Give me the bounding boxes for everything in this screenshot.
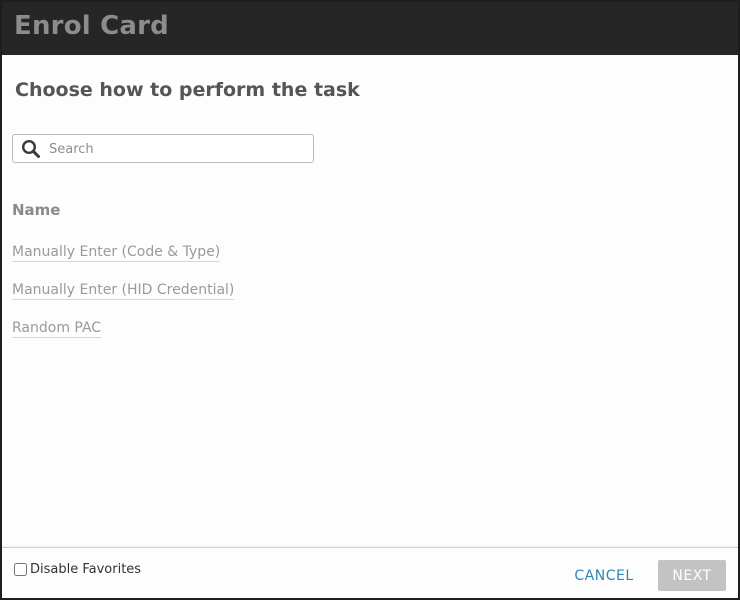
- dialog-title: Enrol Card: [14, 11, 169, 41]
- disable-favorites-label[interactable]: Disable Favorites: [30, 562, 141, 577]
- dialog-titlebar: Enrol Card: [2, 2, 738, 55]
- cancel-button[interactable]: CANCEL: [568, 561, 640, 591]
- task-list: Manually Enter (Code & Type) Manually En…: [12, 241, 235, 355]
- list-item[interactable]: Random PAC: [12, 317, 234, 355]
- page-heading: Choose how to perform the task: [15, 79, 360, 101]
- search-input[interactable]: [49, 139, 304, 159]
- enrol-card-dialog: Enrol Card Choose how to perform the tas…: [0, 0, 740, 600]
- list-item[interactable]: Manually Enter (HID Credential): [12, 279, 235, 317]
- list-item[interactable]: Manually Enter (Code & Type): [12, 241, 234, 279]
- list-item-label[interactable]: Random PAC: [12, 320, 102, 338]
- search-icon: [21, 139, 41, 159]
- next-button[interactable]: NEXT: [658, 560, 726, 591]
- list-item-label[interactable]: Manually Enter (HID Credential): [12, 282, 235, 300]
- search-box[interactable]: [12, 134, 314, 163]
- disable-favorites-checkbox[interactable]: [14, 563, 27, 576]
- column-header-name: Name: [12, 201, 61, 219]
- disable-favorites: Disable Favorites: [14, 562, 141, 577]
- dialog-footer: Disable Favorites CANCEL NEXT: [2, 547, 738, 598]
- list-item-label[interactable]: Manually Enter (Code & Type): [12, 244, 221, 262]
